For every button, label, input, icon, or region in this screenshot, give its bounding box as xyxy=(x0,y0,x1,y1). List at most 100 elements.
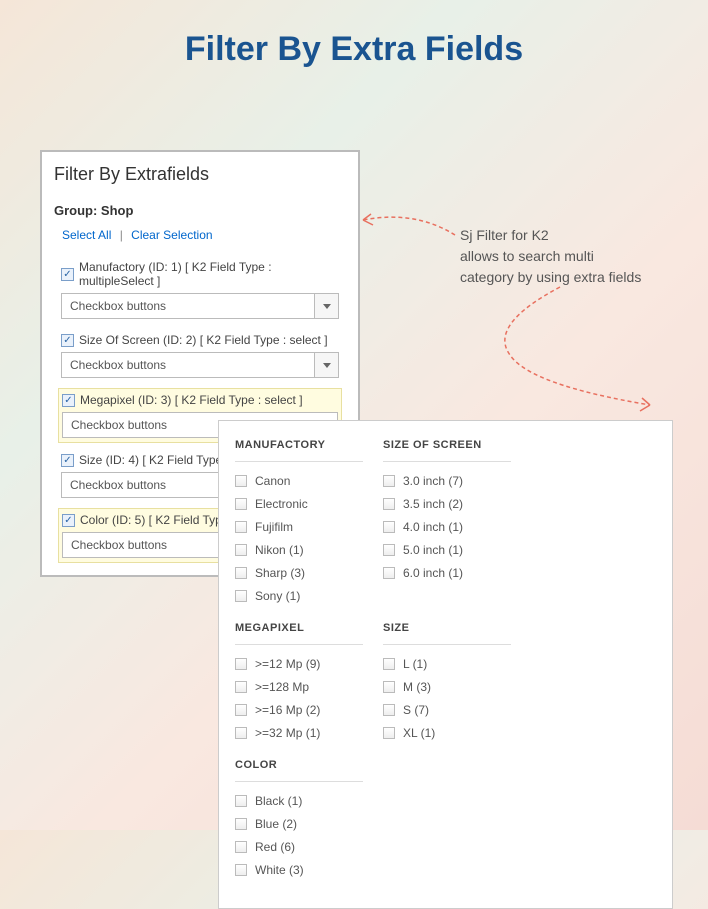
filter-item[interactable]: 6.0 inch (1) xyxy=(383,566,511,580)
config-field-label: Megapixel (ID: 3) [ K2 Field Type : sele… xyxy=(62,393,338,407)
filter-item-label: >=12 Mp (9) xyxy=(255,657,320,671)
filter-item-label: Electronic xyxy=(255,497,308,511)
filter-item[interactable]: Blue (2) xyxy=(235,817,363,831)
filter-column-title: SIZE OF SCREEN xyxy=(383,439,511,462)
filter-item[interactable]: Sony (1) xyxy=(235,589,363,603)
filter-checkbox[interactable] xyxy=(383,727,395,739)
filter-checkbox[interactable] xyxy=(235,841,247,853)
filter-item-label: >=16 Mp (2) xyxy=(255,703,320,717)
filter-column: COLORBlack (1)Blue (2)Red (6)White (3) xyxy=(235,759,363,886)
field-checkbox[interactable] xyxy=(62,514,75,527)
filter-column: MANUFACTORY Canon Electronic Fujifilm Nikon … xyxy=(235,439,363,612)
filter-checkbox[interactable] xyxy=(235,475,247,487)
filter-checkbox[interactable] xyxy=(383,521,395,533)
filter-item[interactable]: >=128 Mp xyxy=(235,680,363,694)
filter-item[interactable]: 4.0 inch (1) xyxy=(383,520,511,534)
filter-checkbox[interactable] xyxy=(235,795,247,807)
field-checkbox[interactable] xyxy=(61,268,74,281)
filter-item[interactable]: Sharp (3) xyxy=(235,566,363,580)
filter-item-label: Blue (2) xyxy=(255,817,297,831)
annotation-line: Sj Filter for K2 xyxy=(460,225,660,246)
filter-item[interactable]: White (3) xyxy=(235,863,363,877)
filter-column: SIZE OF SCREEN 3.0 inch (7) 3.5 inch (2) 4.… xyxy=(383,439,511,612)
chevron-down-icon[interactable] xyxy=(315,293,339,319)
config-field-label: Size Of Screen (ID: 2) [ K2 Field Type :… xyxy=(61,333,339,347)
filter-item[interactable]: 5.0 inch (1) xyxy=(383,543,511,557)
filter-item-label: Sony (1) xyxy=(255,589,300,603)
filter-item-label: 5.0 inch (1) xyxy=(403,543,463,557)
filter-item-label: 3.5 inch (2) xyxy=(403,497,463,511)
filter-item[interactable]: 3.5 inch (2) xyxy=(383,497,511,511)
filter-column-title: MANUFACTORY xyxy=(235,439,363,462)
filter-item-label: Sharp (3) xyxy=(255,566,305,580)
filter-item-label: White (3) xyxy=(255,863,304,877)
filter-item-label: Nikon (1) xyxy=(255,543,304,557)
arrow-annotation-to-filters xyxy=(480,285,680,425)
filter-checkbox[interactable] xyxy=(235,681,247,693)
select-all-link[interactable]: Select All xyxy=(62,228,111,242)
filter-checkbox[interactable] xyxy=(235,818,247,830)
filter-item[interactable]: >=12 Mp (9) xyxy=(235,657,363,671)
filter-item[interactable]: S (7) xyxy=(383,703,511,717)
field-checkbox[interactable] xyxy=(62,394,75,407)
filter-checkbox[interactable] xyxy=(235,658,247,670)
filter-item-label: Black (1) xyxy=(255,794,302,808)
filter-item[interactable]: XL (1) xyxy=(383,726,511,740)
filter-checkbox[interactable] xyxy=(383,498,395,510)
annotation-line: allows to search multi xyxy=(460,246,660,267)
filter-checkbox[interactable] xyxy=(235,567,247,579)
filter-item[interactable]: Canon xyxy=(235,474,363,488)
field-checkbox[interactable] xyxy=(61,454,74,467)
filter-checkbox[interactable] xyxy=(235,590,247,602)
arrow-annotation-to-config xyxy=(355,200,465,250)
field-type-select[interactable]: Checkbox buttons xyxy=(61,293,339,319)
filter-checkbox[interactable] xyxy=(383,544,395,556)
clear-selection-link[interactable]: Clear Selection xyxy=(131,228,212,242)
filter-item-label: 6.0 inch (1) xyxy=(403,566,463,580)
filter-checkbox[interactable] xyxy=(235,498,247,510)
field-label-text: Color (ID: 5) [ K2 Field Type : xyxy=(80,513,235,527)
filter-column-title: MEGAPIXEL xyxy=(235,622,363,645)
filter-item[interactable]: Electronic xyxy=(235,497,363,511)
filter-checkbox[interactable] xyxy=(235,521,247,533)
filter-checkbox[interactable] xyxy=(235,864,247,876)
field-label-text: Size (ID: 4) [ K2 Field Type : xyxy=(79,453,229,467)
filter-item-label: 4.0 inch (1) xyxy=(403,520,463,534)
filter-item[interactable]: Red (6) xyxy=(235,840,363,854)
filter-item[interactable]: L (1) xyxy=(383,657,511,671)
filter-item[interactable]: Nikon (1) xyxy=(235,543,363,557)
annotation-text: Sj Filter for K2 allows to search multi … xyxy=(460,225,660,288)
filter-item-label: Fujifilm xyxy=(255,520,293,534)
filter-item-label: S (7) xyxy=(403,703,429,717)
filter-item[interactable]: >=32 Mp (1) xyxy=(235,726,363,740)
filter-checkbox[interactable] xyxy=(383,704,395,716)
filter-checkbox[interactable] xyxy=(235,704,247,716)
field-label-text: Megapixel (ID: 3) [ K2 Field Type : sele… xyxy=(80,393,303,407)
filter-checkbox[interactable] xyxy=(235,727,247,739)
config-heading: Filter By Extrafields xyxy=(54,164,346,185)
filter-item[interactable]: >=16 Mp (2) xyxy=(235,703,363,717)
filter-checkbox[interactable] xyxy=(383,475,395,487)
filter-checkbox[interactable] xyxy=(383,658,395,670)
filter-item[interactable]: M (3) xyxy=(383,680,511,694)
config-field-row: Manufactory (ID: 1) [ K2 Field Type : mu… xyxy=(58,256,342,323)
field-checkbox[interactable] xyxy=(61,334,74,347)
field-type-select[interactable]: Checkbox buttons xyxy=(61,352,339,378)
filter-item-label: L (1) xyxy=(403,657,427,671)
filter-checkbox[interactable] xyxy=(383,681,395,693)
filter-checkbox[interactable] xyxy=(235,544,247,556)
filter-panel: MANUFACTORY Canon Electronic Fujifilm Nikon … xyxy=(218,420,673,909)
filter-item-label: Red (6) xyxy=(255,840,295,854)
config-field-label: Manufactory (ID: 1) [ K2 Field Type : mu… xyxy=(61,260,339,288)
filter-item[interactable]: 3.0 inch (7) xyxy=(383,474,511,488)
chevron-down-icon[interactable] xyxy=(315,352,339,378)
select-value: Checkbox buttons xyxy=(61,352,315,378)
filter-item[interactable]: Fujifilm xyxy=(235,520,363,534)
filter-checkbox[interactable] xyxy=(383,567,395,579)
page-title: Filter By Extra Fields xyxy=(0,0,708,119)
field-label-text: Manufactory (ID: 1) [ K2 Field Type : mu… xyxy=(79,260,339,288)
filter-item[interactable]: Black (1) xyxy=(235,794,363,808)
filter-item-label: 3.0 inch (7) xyxy=(403,474,463,488)
annotation-line: category by using extra fields xyxy=(460,267,660,288)
filter-item-label: Canon xyxy=(255,474,290,488)
